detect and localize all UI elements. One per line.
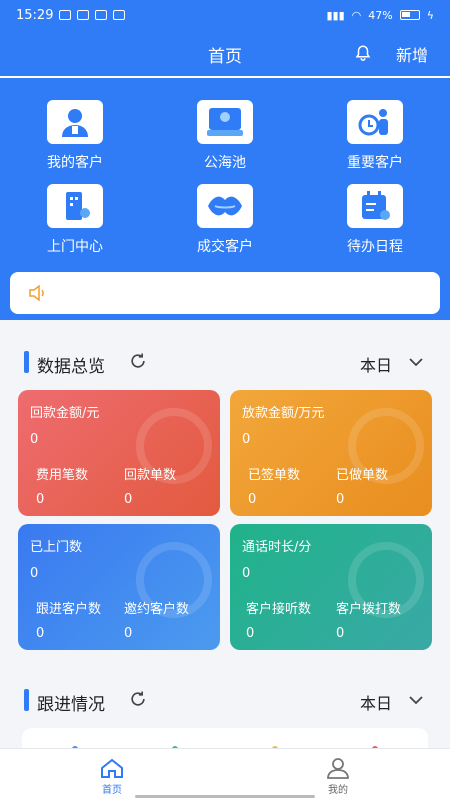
section-title: 跟进情况 bbox=[37, 695, 105, 715]
quick-label: 重要客户 bbox=[347, 155, 403, 171]
data-overview-header: 数据总览 本日 bbox=[0, 348, 450, 378]
customer-icon bbox=[47, 100, 103, 144]
card-title: 回款金额/元 bbox=[30, 406, 100, 421]
quick-label: 公海池 bbox=[204, 155, 246, 171]
call-duration-card[interactable]: 通话时长/分 0 客户接听数 客户拨打数 0 0 bbox=[230, 524, 432, 650]
card-sub-label: 回款单数 bbox=[124, 468, 177, 483]
quick-label: 成交客户 bbox=[197, 239, 253, 255]
tab-mine[interactable]: 我的 bbox=[298, 753, 378, 796]
status-bar: 15:29 ▮▮▮ ◠ 47% ϟ bbox=[0, 0, 450, 30]
home-icon bbox=[101, 758, 123, 778]
visit-center-icon bbox=[47, 184, 103, 228]
card-sub-value: 0 bbox=[336, 626, 345, 641]
quick-deal-customers[interactable]: 成交客户 bbox=[170, 184, 280, 256]
card-sub-label: 客户接听数 bbox=[246, 602, 312, 617]
charging-icon: ϟ bbox=[426, 8, 434, 22]
card-value: 0 bbox=[30, 566, 39, 581]
chevron-down-icon[interactable] bbox=[408, 692, 424, 708]
card-sub-value: 0 bbox=[248, 492, 257, 507]
calendar-icon bbox=[347, 184, 403, 228]
bell-icon[interactable] bbox=[354, 44, 372, 62]
follow-up-header: 跟进情况 本日 bbox=[0, 686, 450, 716]
card-sub-value: 0 bbox=[124, 492, 133, 507]
card-sub-value: 0 bbox=[336, 492, 345, 507]
refresh-icon[interactable] bbox=[128, 351, 148, 371]
card-title: 通话时长/分 bbox=[242, 540, 312, 555]
period-selector[interactable]: 本日 bbox=[360, 690, 392, 714]
important-customer-icon bbox=[347, 100, 403, 144]
tiktok-icon bbox=[77, 10, 90, 20]
quick-label: 我的客户 bbox=[47, 155, 103, 171]
card-sub-label: 跟进客户数 bbox=[36, 602, 102, 617]
announcement-bar[interactable] bbox=[10, 272, 440, 314]
card-value: 0 bbox=[30, 432, 39, 447]
notification-icon bbox=[59, 10, 72, 20]
quick-important-customers[interactable]: 重要客户 bbox=[320, 100, 430, 172]
visits-card[interactable]: 已上门数 0 跟进客户数 邀约客户数 0 0 bbox=[18, 524, 220, 650]
tab-label: 首页 bbox=[102, 785, 122, 796]
card-sub-label: 费用笔数 bbox=[36, 468, 89, 483]
section-title: 数据总览 bbox=[37, 357, 105, 377]
battery-icon bbox=[399, 10, 420, 20]
card-sub-value: 0 bbox=[36, 626, 45, 641]
card-sub-label: 已签单数 bbox=[248, 468, 301, 483]
public-pool-icon bbox=[197, 100, 253, 144]
page-title: 首页 bbox=[208, 47, 242, 67]
sync-icon bbox=[113, 10, 126, 20]
card-sub-label: 邀约客户数 bbox=[124, 602, 190, 617]
wifi-icon: ◠ bbox=[351, 8, 362, 22]
repayment-card[interactable]: 回款金额/元 0 费用笔数 回款单数 0 0 bbox=[18, 390, 220, 516]
refresh-icon[interactable] bbox=[128, 689, 148, 709]
card-title: 已上门数 bbox=[30, 540, 83, 555]
quick-label: 上门中心 bbox=[47, 239, 103, 255]
card-sub-label: 客户拨打数 bbox=[336, 602, 402, 617]
section-accent bbox=[24, 689, 29, 711]
app-header: 首页 新增 bbox=[0, 30, 450, 76]
card-sub-label: 已做单数 bbox=[336, 468, 389, 483]
battery-level: 47% bbox=[368, 8, 393, 22]
card-title: 放款金额/万元 bbox=[242, 406, 325, 421]
card-sub-value: 0 bbox=[246, 626, 255, 641]
card-value: 0 bbox=[242, 566, 251, 581]
speaker-icon bbox=[29, 284, 44, 302]
quick-visit-center[interactable]: 上门中心 bbox=[20, 184, 130, 256]
clock: 15:29 bbox=[16, 7, 54, 23]
chevron-down-icon[interactable] bbox=[408, 354, 424, 370]
bottom-tab-bar: 首页 我的 bbox=[0, 748, 450, 800]
user-icon bbox=[327, 758, 349, 779]
loan-card[interactable]: 放款金额/万元 0 已签单数 已做单数 0 0 bbox=[230, 390, 432, 516]
quick-my-customers[interactable]: 我的客户 bbox=[20, 100, 130, 172]
home-indicator[interactable] bbox=[135, 795, 315, 798]
signal-icon: ▮▮▮ bbox=[326, 8, 345, 22]
tab-label: 我的 bbox=[328, 785, 348, 796]
section-accent bbox=[24, 351, 29, 373]
card-value: 0 bbox=[242, 432, 251, 447]
period-selector[interactable]: 本日 bbox=[360, 352, 392, 376]
cloud-icon bbox=[95, 10, 108, 20]
card-sub-value: 0 bbox=[124, 626, 133, 641]
add-button[interactable]: 新增 bbox=[396, 42, 428, 66]
quick-public-pool[interactable]: 公海池 bbox=[170, 100, 280, 172]
tab-home[interactable]: 首页 bbox=[72, 753, 152, 796]
quick-label: 待办日程 bbox=[347, 239, 403, 255]
quick-todo-schedule[interactable]: 待办日程 bbox=[320, 184, 430, 256]
card-sub-value: 0 bbox=[36, 492, 45, 507]
deal-customer-icon bbox=[197, 184, 253, 228]
